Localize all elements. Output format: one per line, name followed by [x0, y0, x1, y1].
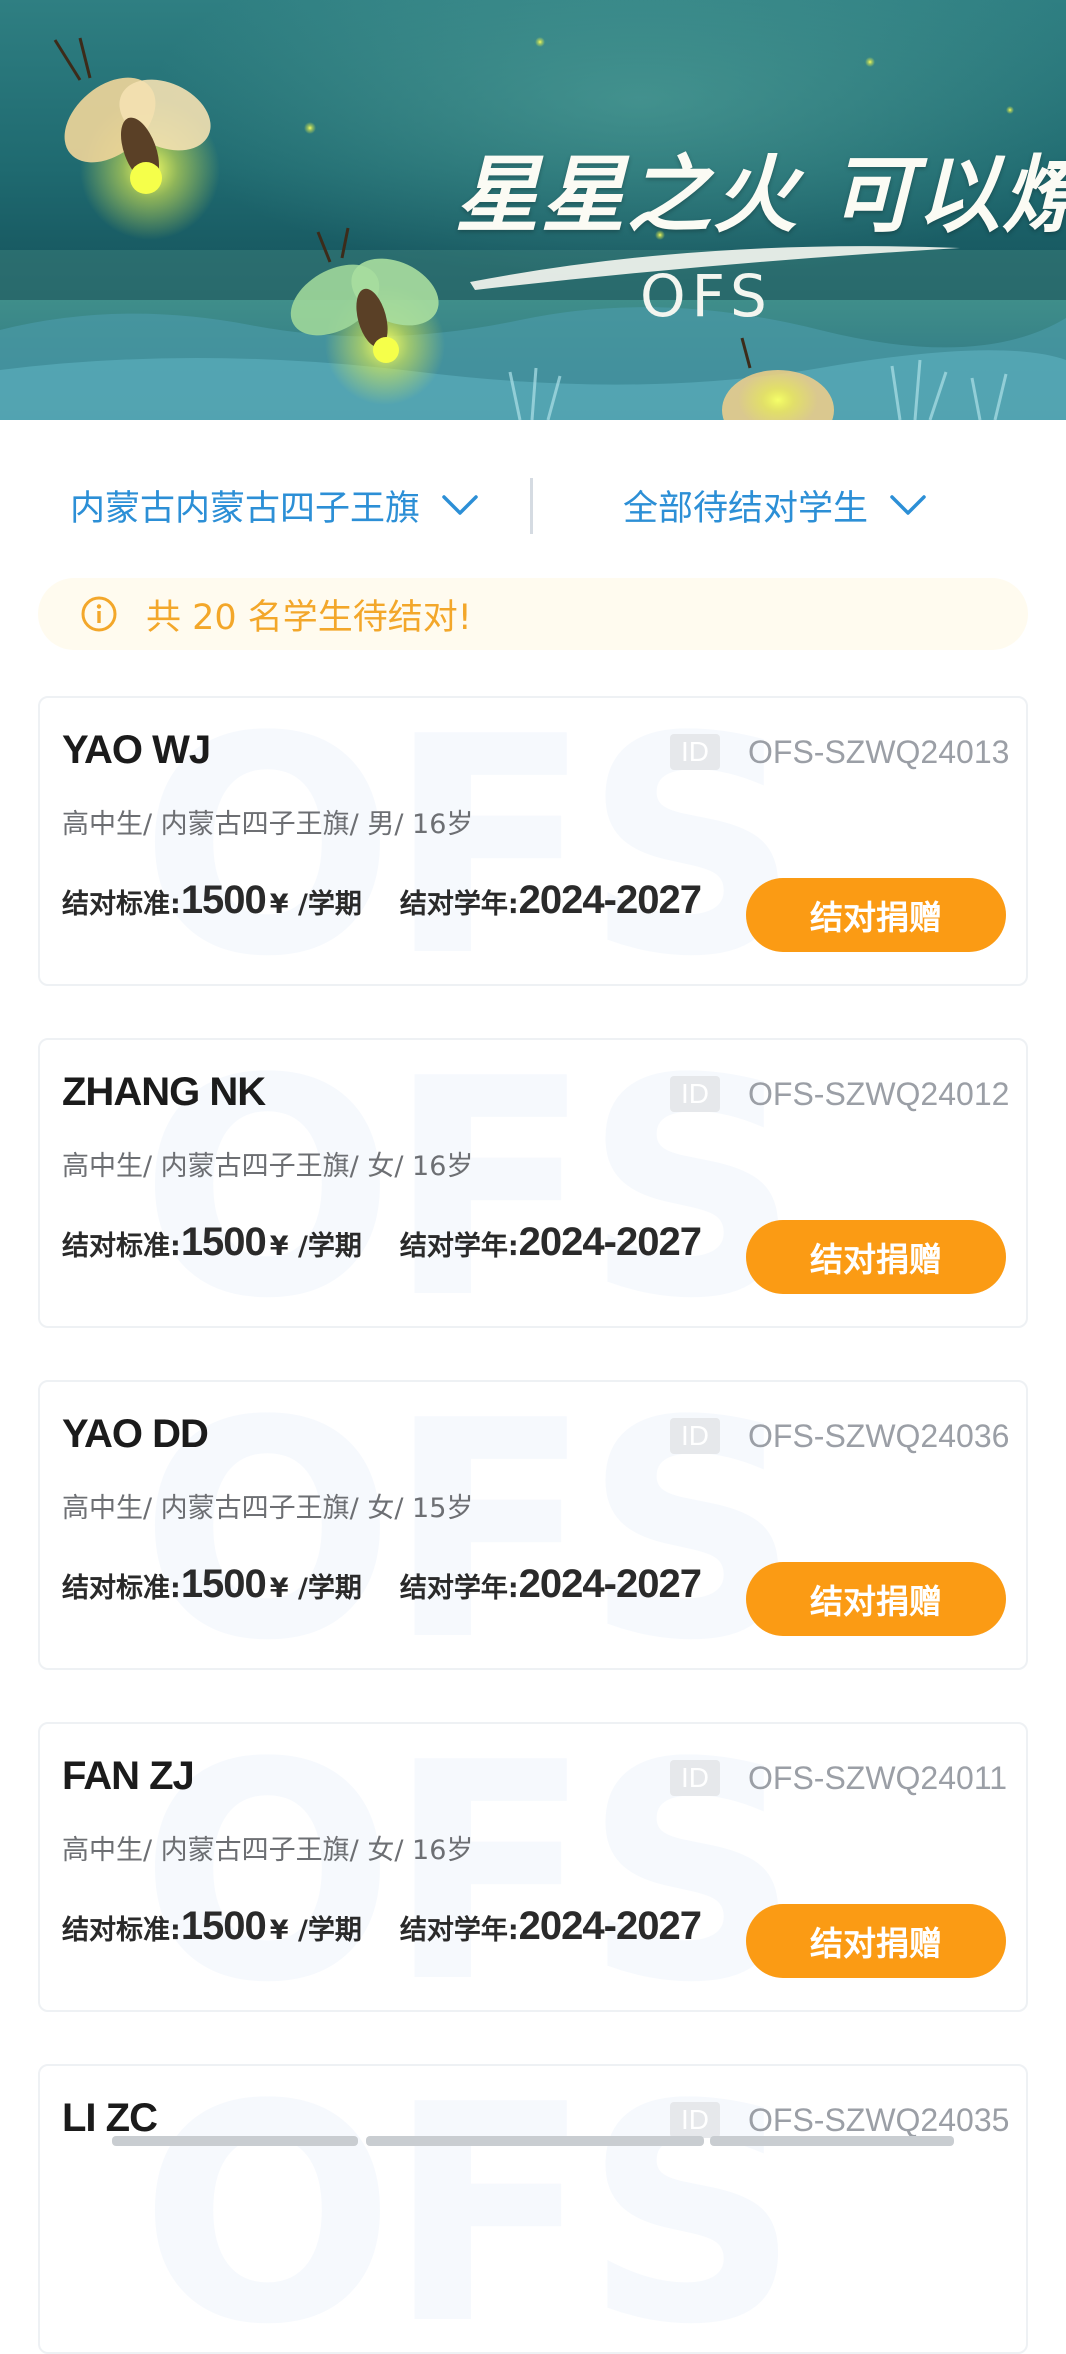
- student-card[interactable]: OFS LI ZC ID OFS-SZWQ24035: [38, 2064, 1028, 2354]
- student-id: OFS-SZWQ24036: [748, 1418, 1010, 1454]
- filter-bar: 内蒙古内蒙古四子王旗 全部待结对学生: [0, 470, 1066, 540]
- student-id: OFS-SZWQ24011: [748, 1760, 1008, 1796]
- year-label: 结对学年:: [399, 1915, 519, 1946]
- sponsorship-years: 2024-2027: [518, 1904, 702, 1948]
- year-label: 结对学年:: [399, 1573, 519, 1604]
- standard-unit: ¥ /学期: [269, 1915, 362, 1946]
- student-name: YAO DD: [62, 1412, 209, 1456]
- student-id: OFS-SZWQ24012: [748, 1076, 1010, 1112]
- hero-banner: 星星之火 可以燎原 OFS: [0, 0, 1066, 420]
- scroll-indicator: [112, 2136, 358, 2146]
- banner-brand: OFS: [640, 262, 773, 330]
- standard-amount: 1500: [180, 1904, 267, 1948]
- scroll-indicator: [710, 2136, 954, 2146]
- sponsorship-info: 结对标准: 1500 ¥ /学期 结对学年: 2024-2027: [62, 878, 702, 938]
- donate-button[interactable]: 结对捐赠: [746, 878, 1006, 952]
- id-tag: ID: [670, 1418, 720, 1454]
- year-label: 结对学年:: [399, 1231, 519, 1262]
- id-tag: ID: [670, 734, 720, 770]
- standard-label: 结对标准:: [62, 1231, 181, 1262]
- info-icon: [81, 596, 117, 632]
- status-filter-label: 全部待结对学生: [623, 488, 869, 529]
- standard-amount: 1500: [180, 1220, 267, 1264]
- sponsorship-years: 2024-2027: [518, 1220, 702, 1264]
- student-id: OFS-SZWQ24035: [748, 2102, 1010, 2138]
- student-meta: 高中生/ 内蒙古四子王旗/ 女/ 15岁: [62, 1493, 474, 1524]
- student-name: ZHANG NK: [62, 1070, 266, 1114]
- chevron-down-icon: [890, 495, 926, 515]
- region-filter-label: 内蒙古内蒙古四子王旗: [70, 488, 421, 529]
- chevron-down-icon: [442, 495, 478, 515]
- sponsorship-info: 结对标准: 1500 ¥ /学期 结对学年: 2024-2027: [62, 1562, 702, 1622]
- pending-count-notice: 共 20 名学生待结对!: [38, 578, 1028, 650]
- id-tag: ID: [670, 1760, 720, 1796]
- standard-unit: ¥ /学期: [269, 1231, 362, 1262]
- standard-label: 结对标准:: [62, 1573, 181, 1604]
- student-name: LI ZC: [62, 2096, 158, 2140]
- standard-unit: ¥ /学期: [269, 1573, 362, 1604]
- standard-amount: 1500: [180, 1562, 267, 1606]
- student-meta: 高中生/ 内蒙古四子王旗/ 男/ 16岁: [62, 809, 474, 840]
- student-meta: 高中生/ 内蒙古四子王旗/ 女/ 16岁: [62, 1151, 474, 1182]
- standard-amount: 1500: [180, 878, 267, 922]
- banner-slogan: 星星之火 可以燎原: [455, 145, 1066, 244]
- student-name: YAO WJ: [62, 728, 211, 772]
- standard-label: 结对标准:: [62, 1915, 181, 1946]
- scroll-indicator: [366, 2136, 704, 2146]
- id-tag: ID: [670, 2102, 720, 2138]
- student-card[interactable]: OFS ZHANG NK ID OFS-SZWQ24012 高中生/ 内蒙古四子…: [38, 1038, 1028, 1328]
- status-filter-dropdown[interactable]: 全部待结对学生: [623, 480, 926, 530]
- standard-unit: ¥ /学期: [269, 889, 362, 920]
- sponsorship-years: 2024-2027: [518, 1562, 702, 1606]
- student-card[interactable]: OFS YAO DD ID OFS-SZWQ24036 高中生/ 内蒙古四子王旗…: [38, 1380, 1028, 1670]
- sponsorship-years: 2024-2027: [518, 878, 702, 922]
- student-meta: 高中生/ 内蒙古四子王旗/ 女/ 16岁: [62, 1835, 474, 1866]
- year-label: 结对学年:: [399, 889, 519, 920]
- student-card[interactable]: OFS YAO WJ ID OFS-SZWQ24013 高中生/ 内蒙古四子王旗…: [38, 696, 1028, 986]
- donate-button[interactable]: 结对捐赠: [746, 1904, 1006, 1978]
- notice-text: 共 20 名学生待结对!: [146, 597, 472, 638]
- filter-divider: [530, 478, 533, 534]
- student-id: OFS-SZWQ24013: [748, 734, 1010, 770]
- student-card[interactable]: OFS FAN ZJ ID OFS-SZWQ24011 高中生/ 内蒙古四子王旗…: [38, 1722, 1028, 2012]
- donate-button[interactable]: 结对捐赠: [746, 1220, 1006, 1294]
- id-tag: ID: [670, 1076, 720, 1112]
- sponsorship-info: 结对标准: 1500 ¥ /学期 结对学年: 2024-2027: [62, 1220, 702, 1280]
- donate-button[interactable]: 结对捐赠: [746, 1562, 1006, 1636]
- standard-label: 结对标准:: [62, 889, 181, 920]
- student-name: FAN ZJ: [62, 1754, 195, 1798]
- region-filter-dropdown[interactable]: 内蒙古内蒙古四子王旗: [70, 480, 478, 530]
- sponsorship-info: 结对标准: 1500 ¥ /学期 结对学年: 2024-2027: [62, 1904, 702, 1964]
